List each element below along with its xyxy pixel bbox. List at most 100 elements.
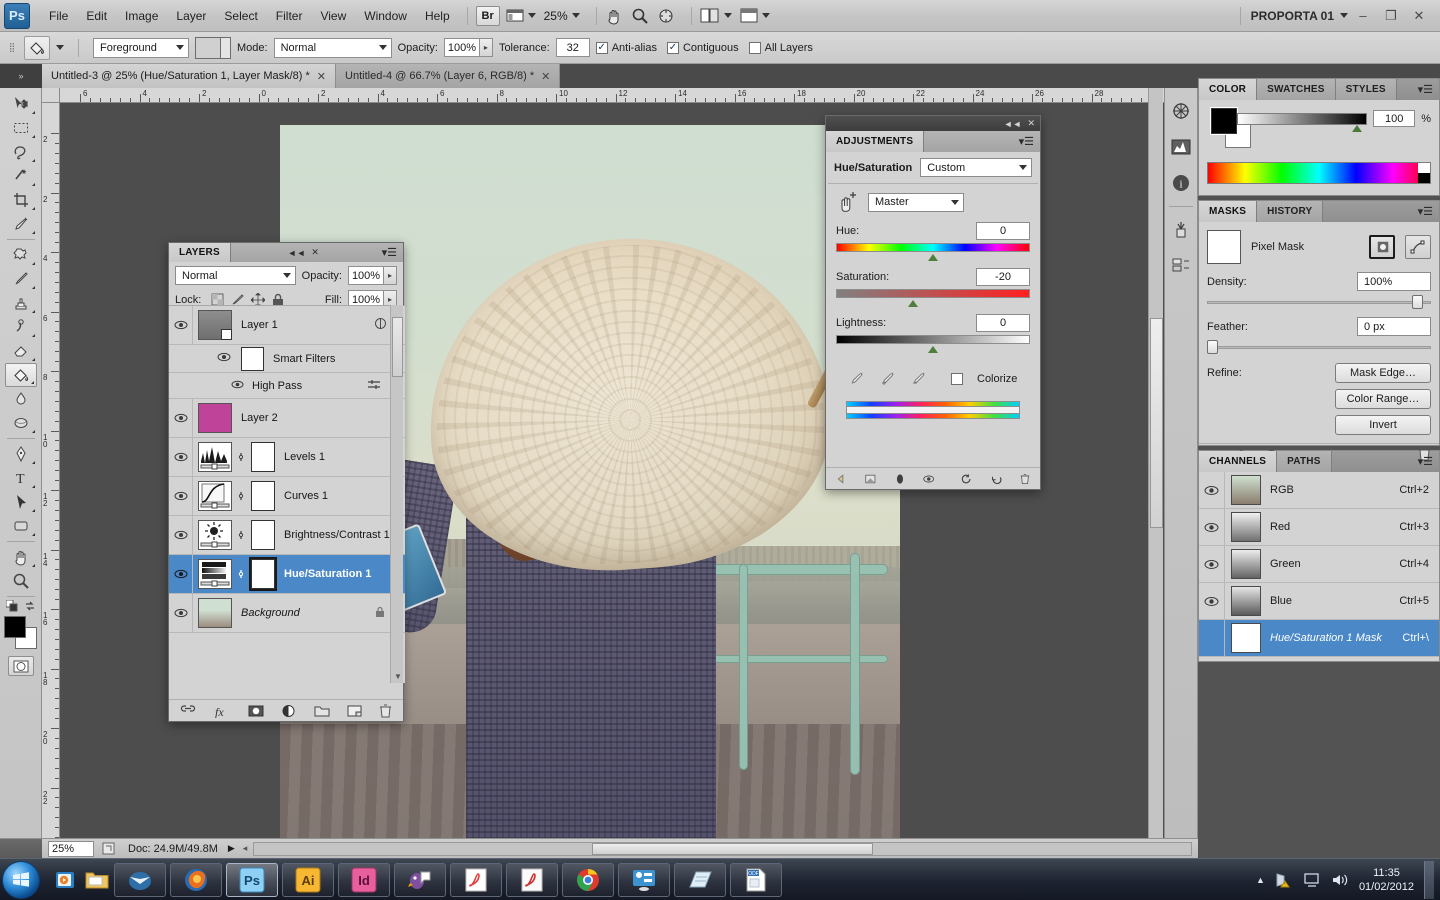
layer-list[interactable]: Layer 1 ▲ Smart Filters High Pass bbox=[169, 305, 405, 683]
acrobat-taskbar-button[interactable] bbox=[450, 863, 502, 897]
tab-strip-grip[interactable]: » bbox=[0, 64, 42, 88]
layer-row-smart-filters[interactable]: Smart Filters bbox=[169, 345, 405, 373]
panel-menu-icon[interactable]: ▾☰ bbox=[1013, 135, 1040, 148]
close-icon[interactable]: ✕ bbox=[1027, 118, 1035, 129]
layer-mask-link-icon[interactable] bbox=[236, 490, 246, 502]
lightness-input[interactable]: 0 bbox=[976, 314, 1030, 332]
notepad-taskbar-button[interactable] bbox=[674, 863, 726, 897]
layer-name[interactable]: Levels 1 bbox=[284, 451, 325, 463]
layer-row-high-pass[interactable]: High Pass bbox=[169, 373, 405, 399]
color-swatches[interactable] bbox=[4, 616, 38, 650]
color-panel-foreground-swatch[interactable] bbox=[1211, 108, 1237, 134]
horizontal-scrollbar[interactable] bbox=[253, 842, 1192, 856]
tolerance-input[interactable]: 32 bbox=[556, 38, 590, 57]
k-channel-slider[interactable] bbox=[1237, 113, 1367, 125]
layer-opacity-slider-toggle[interactable]: ▸ bbox=[384, 266, 397, 285]
pen-tool[interactable] bbox=[5, 442, 37, 466]
density-input[interactable]: 100% bbox=[1357, 272, 1431, 291]
taskbar-clock[interactable]: 11:35 01/02/2012 bbox=[1359, 866, 1414, 894]
brush-preset-icon[interactable] bbox=[1168, 217, 1194, 243]
layer-row-background[interactable]: Background bbox=[169, 594, 405, 633]
layer-name[interactable]: Layer 2 bbox=[241, 412, 278, 424]
opacity-slider-toggle[interactable]: ▸ bbox=[480, 38, 493, 57]
saturation-input[interactable]: -20 bbox=[976, 268, 1030, 286]
link-layers-icon[interactable] bbox=[180, 705, 196, 717]
feather-input[interactable]: 0 px bbox=[1357, 317, 1431, 336]
thunderbird-taskbar-button[interactable] bbox=[114, 863, 166, 897]
odf-document-taskbar-button[interactable]: ODF bbox=[730, 863, 782, 897]
layer-visibility-toggle[interactable] bbox=[169, 516, 193, 554]
channel-row-blue[interactable]: Blue Ctrl+5 bbox=[1199, 583, 1439, 620]
lasso-tool[interactable] bbox=[5, 140, 37, 164]
layer-thumbnail[interactable] bbox=[198, 598, 232, 628]
return-to-list-icon[interactable] bbox=[836, 472, 847, 486]
preview-eye-icon[interactable] bbox=[923, 473, 934, 485]
gradient-tool[interactable] bbox=[5, 387, 37, 411]
close-button[interactable]: ✕ bbox=[1406, 5, 1432, 27]
crop-tool[interactable] bbox=[5, 188, 37, 212]
density-slider-knob[interactable] bbox=[1412, 295, 1423, 309]
density-slider[interactable] bbox=[1207, 295, 1431, 309]
vertical-scrollbar-thumb[interactable] bbox=[1150, 318, 1163, 528]
chevron-down-icon[interactable] bbox=[1340, 13, 1348, 18]
blur-tool[interactable] bbox=[5, 411, 37, 435]
close-icon[interactable]: ✕ bbox=[317, 70, 326, 83]
layer-thumbnail[interactable] bbox=[198, 310, 232, 340]
tab-swatches[interactable]: SWATCHES bbox=[1257, 79, 1336, 100]
zoom-level-display[interactable]: 25% bbox=[544, 9, 580, 23]
eyedropper-minus-icon[interactable] bbox=[910, 370, 927, 387]
layer-blend-mode-select[interactable]: Normal bbox=[175, 266, 296, 285]
add-layer-style-icon[interactable]: fx bbox=[213, 704, 231, 718]
menu-file[interactable]: File bbox=[40, 5, 77, 27]
layer-thumbnail[interactable] bbox=[198, 481, 232, 511]
hand-tool[interactable] bbox=[5, 545, 37, 569]
anti-alias-checkbox-group[interactable]: Anti-alias bbox=[596, 42, 657, 54]
all-layers-checkbox-group[interactable]: All Layers bbox=[749, 42, 813, 54]
bridge-button[interactable]: Br bbox=[476, 6, 500, 26]
opacity-control[interactable]: 100% ▸ bbox=[444, 38, 493, 57]
channel-visibility-toggle[interactable] bbox=[1199, 583, 1225, 619]
channel-visibility-toggle[interactable] bbox=[1199, 509, 1225, 545]
layer-row-brightness-contrast-1[interactable]: Brightness/Contrast 1 bbox=[169, 516, 405, 555]
document-tab-untitled-4[interactable]: Untitled-4 @ 66.7% (Layer 6, RGB/8) * ✕ bbox=[336, 64, 560, 88]
panel-menu-icon[interactable]: ▾☰ bbox=[1412, 201, 1439, 222]
opacity-input[interactable]: 100% bbox=[444, 38, 480, 57]
layer-mask-thumbnail[interactable] bbox=[251, 481, 275, 511]
collapse-icon[interactable]: ◄◄ bbox=[1004, 119, 1022, 129]
clone-stamp-tool[interactable] bbox=[5, 291, 37, 315]
channel-visibility-toggle[interactable] bbox=[1199, 546, 1225, 582]
history-brush-tool[interactable] bbox=[5, 315, 37, 339]
media-player-icon[interactable] bbox=[52, 867, 78, 893]
hue-slider-knob[interactable] bbox=[928, 254, 938, 261]
hand-tool-button[interactable] bbox=[605, 7, 623, 25]
layer-mask-thumbnail[interactable] bbox=[251, 442, 275, 472]
current-tool-icon-button[interactable] bbox=[24, 36, 50, 60]
layers-scrollbar[interactable]: ▼ bbox=[390, 305, 403, 683]
layer-visibility-toggle[interactable] bbox=[169, 438, 193, 476]
layer-name[interactable]: Background bbox=[241, 607, 300, 619]
layer-row-layer-2[interactable]: Layer 2 bbox=[169, 399, 405, 438]
anti-alias-checkbox[interactable] bbox=[596, 42, 608, 54]
arrange-documents-button[interactable] bbox=[700, 8, 732, 23]
clip-to-layer-icon[interactable] bbox=[865, 472, 876, 486]
undo-icon[interactable] bbox=[991, 472, 1002, 486]
panel-menu-icon[interactable]: ▾☰ bbox=[1412, 79, 1439, 100]
eyedropper-icon[interactable] bbox=[848, 370, 865, 387]
vertical-ruler[interactable]: 224681012141618202224 bbox=[42, 103, 60, 838]
chrome-taskbar-button[interactable] bbox=[562, 863, 614, 897]
menu-view[interactable]: View bbox=[311, 5, 355, 27]
layer-visibility-toggle[interactable] bbox=[169, 594, 193, 632]
lightness-slider-knob[interactable] bbox=[928, 346, 938, 353]
reset-icon[interactable] bbox=[960, 472, 972, 486]
panel-menu-icon[interactable]: ▾☰ bbox=[1412, 451, 1439, 472]
show-desktop-button[interactable] bbox=[1424, 861, 1434, 899]
volume-icon[interactable] bbox=[1331, 872, 1349, 888]
channel-row-hue-saturation-mask[interactable]: Hue/Saturation 1 Mask Ctrl+\ bbox=[1199, 620, 1439, 657]
zoom-tool[interactable] bbox=[5, 569, 37, 593]
windows-start-orb[interactable] bbox=[2, 861, 40, 899]
layer-mask-thumbnail[interactable] bbox=[251, 520, 275, 550]
pixel-mask-button[interactable] bbox=[1369, 235, 1395, 259]
mask-edge-button[interactable]: Mask Edge… bbox=[1335, 363, 1431, 383]
indesign-taskbar-button[interactable]: Id bbox=[338, 863, 390, 897]
menu-window[interactable]: Window bbox=[355, 5, 416, 27]
